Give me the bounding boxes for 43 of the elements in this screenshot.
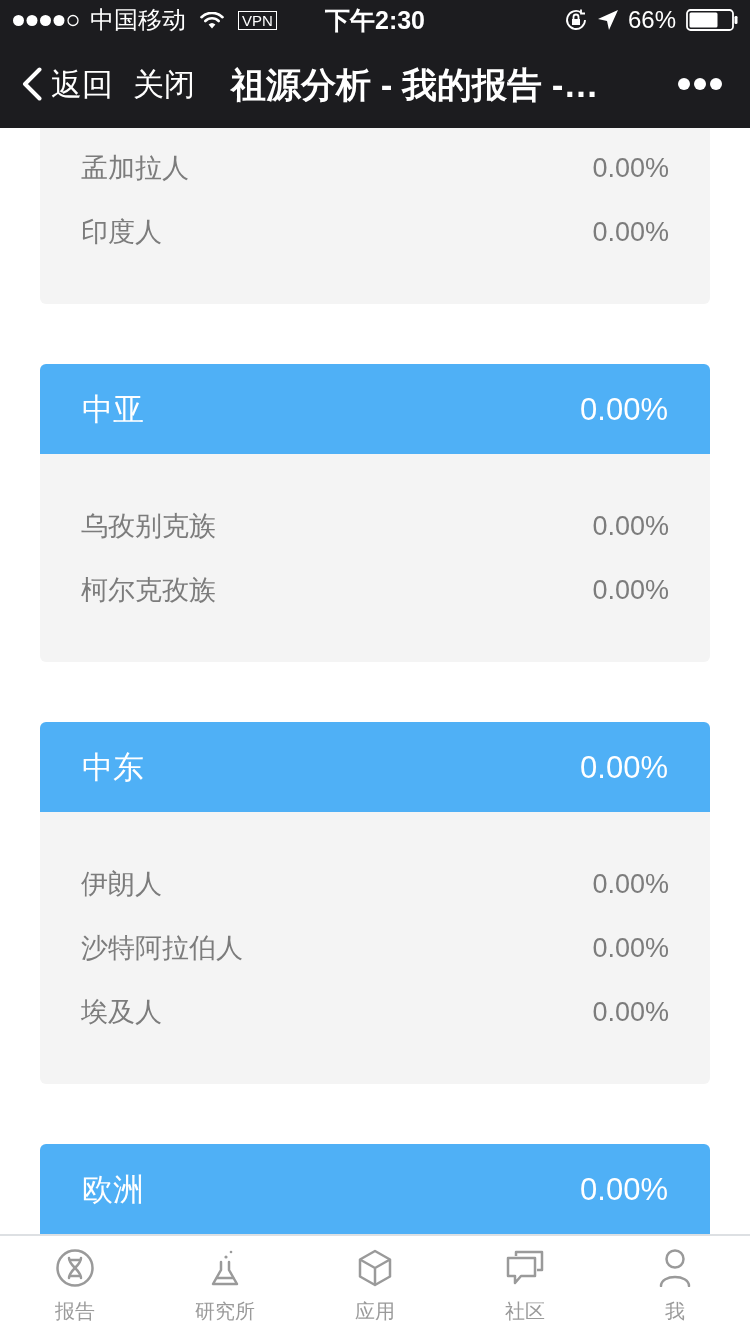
tab-item[interactable]: 我 bbox=[600, 1236, 750, 1334]
region-name: 中亚 bbox=[82, 393, 144, 425]
percentage-value: 0.00% bbox=[592, 998, 669, 1026]
region-percentage: 0.00% bbox=[580, 393, 668, 425]
rotation-lock-icon bbox=[563, 8, 588, 32]
percentage-value: 0.00% bbox=[592, 934, 669, 962]
tab-item[interactable]: 应用 bbox=[300, 1236, 450, 1334]
vpn-indicator: VPN bbox=[238, 10, 277, 30]
percentage-value: 0.00% bbox=[592, 512, 669, 540]
chat-bubbles-icon bbox=[506, 1249, 544, 1287]
ethnicity-label: 沙特阿拉伯人 bbox=[81, 934, 243, 962]
wifi-icon bbox=[200, 11, 224, 29]
ethnicity-label: 埃及人 bbox=[81, 998, 162, 1026]
back-button[interactable]: 返回 bbox=[22, 67, 113, 101]
region-name: 中东 bbox=[82, 751, 144, 783]
ethnicity-label: 孟加拉人 bbox=[81, 154, 189, 182]
ethnicity-label: 印度人 bbox=[81, 218, 162, 246]
percentage-value: 0.00% bbox=[592, 870, 669, 898]
tab-item[interactable]: 报告 bbox=[0, 1236, 150, 1334]
percentage-value: 0.00% bbox=[592, 576, 669, 604]
page-title: 祖源分析 - 我的报告 -… bbox=[231, 66, 600, 102]
carrier-name: 中国移动 bbox=[90, 8, 186, 32]
ethnicity-label: 伊朗人 bbox=[81, 870, 162, 898]
back-chevron-icon bbox=[22, 67, 42, 101]
percentage-value: 0.00% bbox=[592, 218, 669, 246]
ethnicity-label: 乌孜别克族 bbox=[81, 512, 216, 540]
more-button[interactable] bbox=[678, 78, 722, 90]
location-arrow-icon bbox=[597, 10, 618, 30]
dna-circle-icon bbox=[56, 1249, 94, 1287]
region-percentage: 0.00% bbox=[580, 751, 668, 783]
tab-item[interactable]: 社区 bbox=[450, 1236, 600, 1334]
battery-icon bbox=[686, 9, 738, 31]
signal-dots-icon bbox=[12, 13, 80, 27]
close-button[interactable]: 关闭 bbox=[133, 68, 195, 100]
battery-percentage: 66% bbox=[627, 8, 676, 32]
tab-item[interactable]: 研究所 bbox=[150, 1236, 300, 1334]
more-icon bbox=[678, 78, 722, 90]
region-name: 欧洲 bbox=[82, 1173, 144, 1205]
clock-time: 下午2:30 bbox=[325, 7, 426, 33]
region-percentage: 0.00% bbox=[580, 1173, 668, 1205]
cube-icon bbox=[356, 1249, 394, 1287]
ethnicity-label: 柯尔克孜族 bbox=[81, 576, 216, 604]
percentage-value: 0.00% bbox=[592, 154, 669, 182]
